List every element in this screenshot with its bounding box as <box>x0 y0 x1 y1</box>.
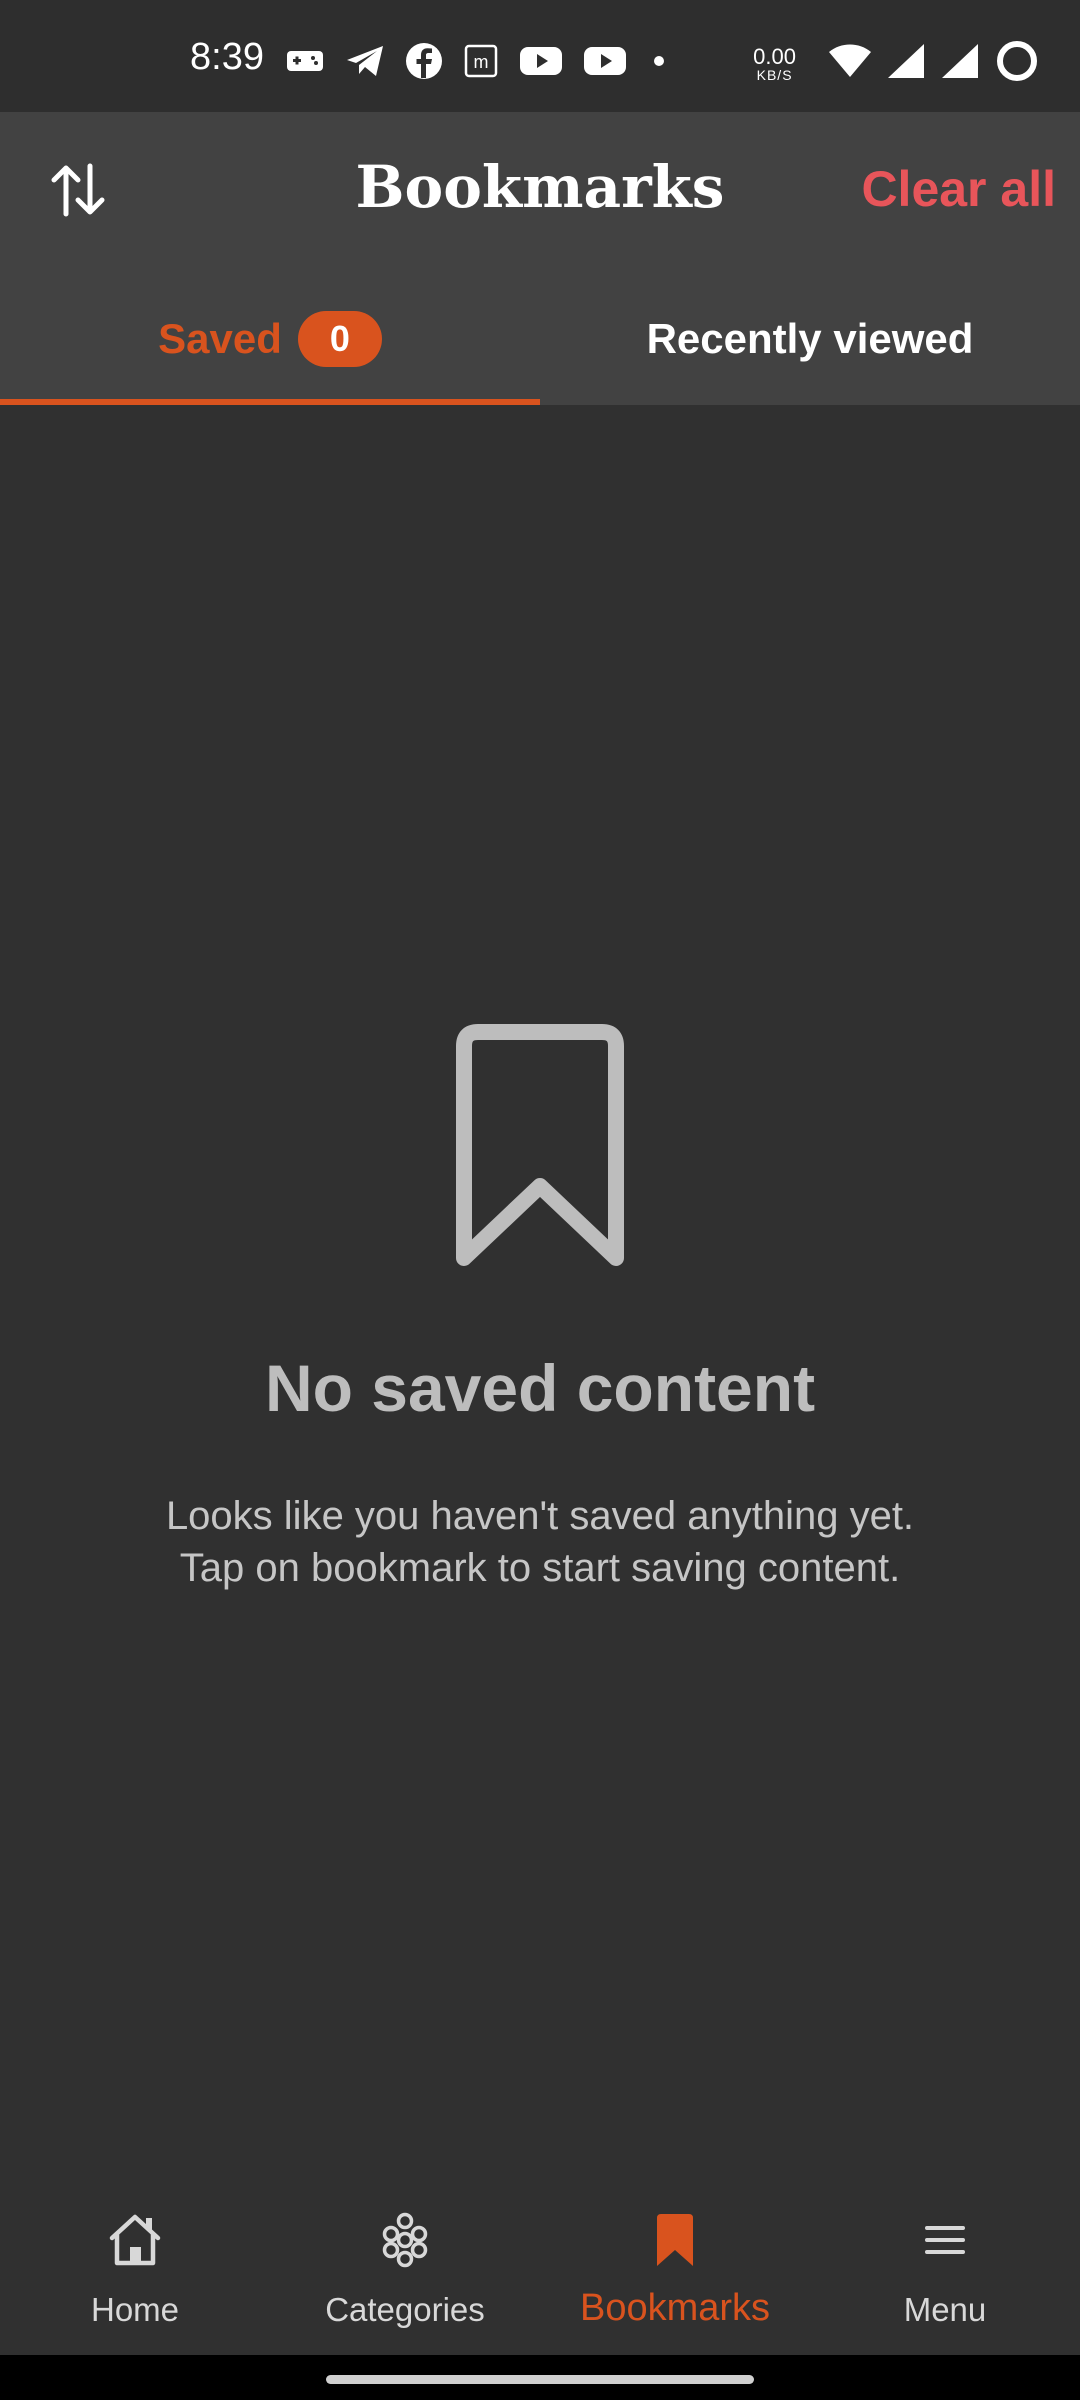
network-speed-unit: KB/S <box>756 66 793 83</box>
home-gesture-bar[interactable] <box>326 2375 754 2384</box>
m-app-icon: m <box>463 43 499 79</box>
facebook-icon <box>405 42 443 80</box>
wifi-icon <box>828 43 872 84</box>
signal-icon <box>940 42 980 85</box>
empty-state-title: No saved content <box>264 1351 816 1425</box>
empty-state-description-line1: Looks like you haven't saved anything ye… <box>165 1494 915 1538</box>
nav-bookmarks-label: Bookmarks <box>579 2287 771 2329</box>
tab-recently-viewed[interactable]: Recently viewed <box>540 272 1080 405</box>
nav-home-label: Home <box>90 2291 180 2328</box>
system-gesture-area <box>0 2355 1080 2400</box>
nav-menu[interactable]: Menu <box>810 2180 1080 2355</box>
nav-categories-label: Categories <box>325 2291 485 2328</box>
youtube-icon <box>583 45 627 77</box>
dot-icon <box>647 49 671 73</box>
svg-text:m: m <box>474 52 489 72</box>
telegram-icon <box>345 44 385 78</box>
bookmark-outline-icon <box>0 1010 1080 1280</box>
network-speed-value: 0.00 <box>753 43 796 69</box>
network-speed: 0.00 KB/S <box>753 43 796 83</box>
bookmarks-screen: 8:39 m 0.00 KB/S Bookmarks Clear all Sav… <box>0 0 1080 2400</box>
tab-recently-viewed-label: Recently viewed <box>646 314 974 362</box>
gamepad-icon <box>285 46 325 76</box>
empty-state-description: Looks like you haven't saved anything ye… <box>0 1490 1080 1594</box>
saved-count-badge: 0 <box>297 310 382 367</box>
system-indicators: 0.00 KB/S <box>753 38 1040 89</box>
nav-categories[interactable]: Categories <box>270 2180 540 2355</box>
clear-all-button[interactable]: Clear all <box>861 162 1056 217</box>
nav-menu-label: Menu <box>903 2291 987 2328</box>
nav-home[interactable]: Home <box>0 2180 270 2355</box>
menu-icon <box>917 2212 973 2273</box>
bookmark-filled-icon <box>653 2212 697 2273</box>
app-header: Bookmarks Clear all <box>0 112 1080 272</box>
notification-icons: m <box>285 42 671 80</box>
empty-state: No saved content Looks like you haven't … <box>0 1010 1080 1594</box>
bottom-navigation: Home Categories Bookmarks Menu <box>0 2180 1080 2355</box>
status-bar: 8:39 m 0.00 KB/S <box>0 0 1080 112</box>
home-icon <box>106 2212 164 2273</box>
status-time: 8:39 <box>190 36 264 78</box>
active-tab-indicator <box>0 399 540 405</box>
youtube-icon <box>519 45 563 77</box>
tab-saved-label: Saved <box>158 314 282 362</box>
battery-ring-icon <box>994 38 1040 89</box>
bookmark-tabs: Saved 0 Recently viewed <box>0 272 1080 405</box>
empty-state-description-line2: Tap on bookmark to start saving content. <box>179 1546 901 1590</box>
nav-bookmarks[interactable]: Bookmarks <box>540 2180 810 2355</box>
signal-icon <box>886 42 926 85</box>
categories-icon <box>377 2212 433 2273</box>
tab-saved[interactable]: Saved 0 <box>0 272 540 405</box>
